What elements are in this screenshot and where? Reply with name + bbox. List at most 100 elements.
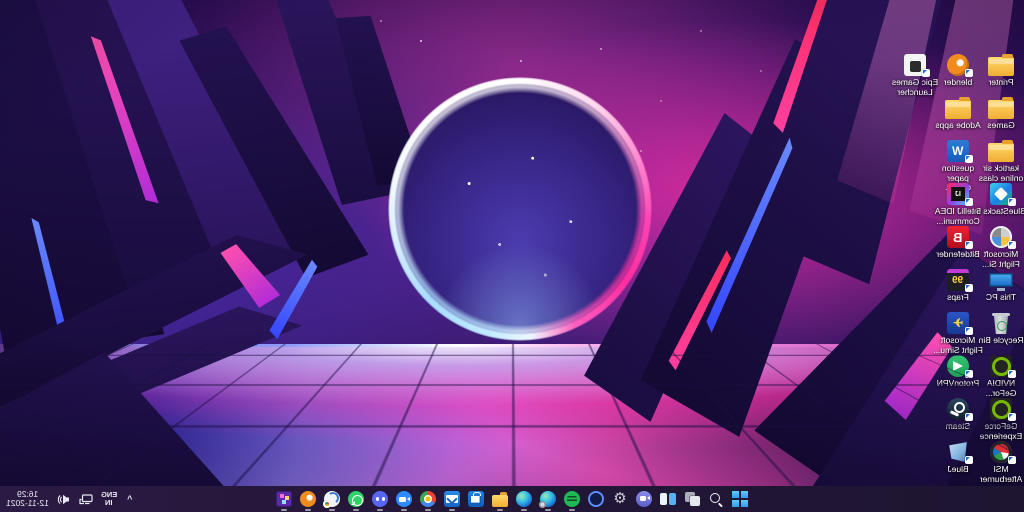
folder-icon [988, 52, 1014, 76]
desktop-icon-blender[interactable]: blender [935, 52, 981, 88]
shortcut-badge [965, 413, 973, 421]
folder-icon [988, 95, 1014, 119]
taskbar-icon-file-explorer[interactable] [488, 486, 512, 512]
desktop-icon-games-folder[interactable]: Games [978, 95, 1024, 131]
desktop-icon-intellij[interactable]: IJ IntelliJ IDEA Communi... [935, 181, 981, 226]
volume-icon[interactable] [57, 492, 71, 506]
gear-icon: ⚙ [612, 491, 628, 507]
zoom-icon [396, 491, 412, 507]
taskbar-icon-discord[interactable] [368, 486, 392, 512]
blender-icon [945, 52, 971, 76]
bitdefender-icon: B [945, 224, 971, 248]
taskbar-icon-blender[interactable] [296, 486, 320, 512]
word-document-icon: W [945, 138, 971, 162]
shortcut-badge [965, 155, 973, 163]
spotify-icon [564, 491, 580, 507]
edge-alt-icon [540, 491, 556, 507]
desktop: Epic Games Launcher blender Printer Adob… [0, 0, 1024, 512]
shortcut-badge [1008, 370, 1016, 378]
taskbar-icon-whatsapp[interactable] [344, 486, 368, 512]
desktop-icon-bluej[interactable]: BlueJ [935, 439, 981, 475]
protonvpn-icon [945, 353, 971, 377]
taskbar-icon-spotify[interactable] [560, 486, 584, 512]
msi-afterburner-icon [988, 439, 1014, 463]
desktop-icon-printer-folder[interactable]: Printer [978, 52, 1024, 88]
folder-icon [988, 138, 1014, 162]
shortcut-badge [1008, 198, 1016, 206]
search-icon [708, 491, 724, 507]
steam-icon [945, 396, 971, 420]
this-pc-icon [988, 267, 1014, 291]
taskbar-icon-game-pixel[interactable] [272, 486, 296, 512]
taskbar-start-button[interactable] [728, 486, 752, 512]
chat-icon [636, 491, 652, 507]
taskbar-icon-ring-app[interactable] [584, 486, 608, 512]
tray-overflow-chevron-icon[interactable]: ^ [125, 494, 134, 504]
shortcut-badge [965, 370, 973, 378]
desktop-icon-bluestacks[interactable]: BlueStacks 5 [978, 181, 1024, 217]
taskbar-icon-store[interactable] [464, 486, 488, 512]
taskbar-icon-widgets[interactable] [680, 486, 704, 512]
desktop-icon-geforce-experience[interactable]: GeForce Experience [978, 396, 1024, 441]
microsoft-store-icon [468, 491, 484, 507]
desktop-icon-nvidia[interactable]: NVIDIA GeFor... [978, 353, 1024, 398]
shortcut-badge [965, 284, 973, 292]
intellij-icon: IJ [945, 181, 971, 205]
taskbar-icon-edge[interactable] [512, 486, 536, 512]
chrome-icon [420, 491, 436, 507]
taskbar: 16:29 12-11-2021 ENG IN ^ [0, 486, 1024, 512]
shortcut-badge [1008, 456, 1016, 464]
ring-app-icon [588, 491, 604, 507]
edge-icon [516, 491, 532, 507]
desktop-icon-bitdefender[interactable]: B Bitdefender [935, 224, 981, 260]
taskbar-icon-edge-alt[interactable] [536, 486, 560, 512]
epic-games-icon [902, 52, 928, 76]
shortcut-badge [965, 327, 973, 335]
taskbar-icon-chat[interactable] [632, 486, 656, 512]
shortcut-badge [922, 69, 930, 77]
desktop-icon-fraps[interactable]: 99 Fraps [935, 267, 981, 303]
windows-logo-icon [732, 491, 748, 507]
desktop-icon-grid: Epic Games Launcher blender Printer Adob… [0, 0, 1024, 512]
tray-language-switcher[interactable]: ENG IN [101, 491, 117, 508]
tray-clock[interactable]: 16:29 12-11-2021 [6, 490, 49, 509]
desktop-icon-protonvpn[interactable]: ProtonVPN [935, 353, 981, 389]
whatsapp-icon [348, 491, 364, 507]
desktop-icon-adobe-apps-folder[interactable]: Adobe apps [935, 95, 981, 131]
bluej-icon [945, 439, 971, 463]
bluestacks-icon [988, 181, 1014, 205]
recycle-bin-icon [988, 310, 1014, 334]
desktop-icon-flight-sim-installer[interactable]: Microsoft Flight Si... [978, 224, 1024, 269]
flight-simulator-icon: ✈ [945, 310, 971, 334]
tray-date: 12-11-2021 [6, 499, 49, 509]
taskbar-icon-zoom[interactable] [392, 486, 416, 512]
discord-icon [372, 491, 388, 507]
desktop-icon-kartick-folder[interactable]: kartick sir online class [978, 138, 1024, 183]
shortcut-badge [1008, 413, 1016, 421]
task-view-icon [660, 491, 676, 507]
widgets-icon [684, 491, 700, 507]
taskbar-icon-game-white[interactable] [320, 486, 344, 512]
blender-icon [300, 491, 316, 507]
file-explorer-icon [492, 495, 508, 507]
game-pixel-icon [276, 491, 292, 507]
folder-icon [945, 95, 971, 119]
taskbar-icon-chrome[interactable] [416, 486, 440, 512]
fraps-icon: 99 [945, 267, 971, 291]
desktop-icon-recycle-bin[interactable]: Recycle Bin [978, 310, 1024, 346]
desktop-icon-steam[interactable]: Steam [935, 396, 981, 432]
system-tray: 16:29 12-11-2021 ENG IN ^ [0, 486, 134, 512]
taskbar-icon-task-view[interactable] [656, 486, 680, 512]
shortcut-badge [965, 456, 973, 464]
taskbar-icon-search[interactable] [704, 486, 728, 512]
game-white-chrome-icon [324, 491, 340, 507]
desktop-icon-msi-afterburner[interactable]: MSI Afterburner [978, 439, 1024, 484]
desktop-icon-flight-simulator[interactable]: ✈ Microsoft Flight Simu... [935, 310, 981, 355]
shortcut-badge [965, 69, 973, 77]
taskbar-icon-settings[interactable]: ⚙ [608, 486, 632, 512]
network-icon[interactable] [79, 492, 93, 506]
desktop-icon-epic-games[interactable]: Epic Games Launcher [892, 52, 938, 97]
geforce-experience-icon [988, 396, 1014, 420]
taskbar-icon-mail[interactable] [440, 486, 464, 512]
desktop-icon-this-pc[interactable]: This PC [978, 267, 1024, 303]
